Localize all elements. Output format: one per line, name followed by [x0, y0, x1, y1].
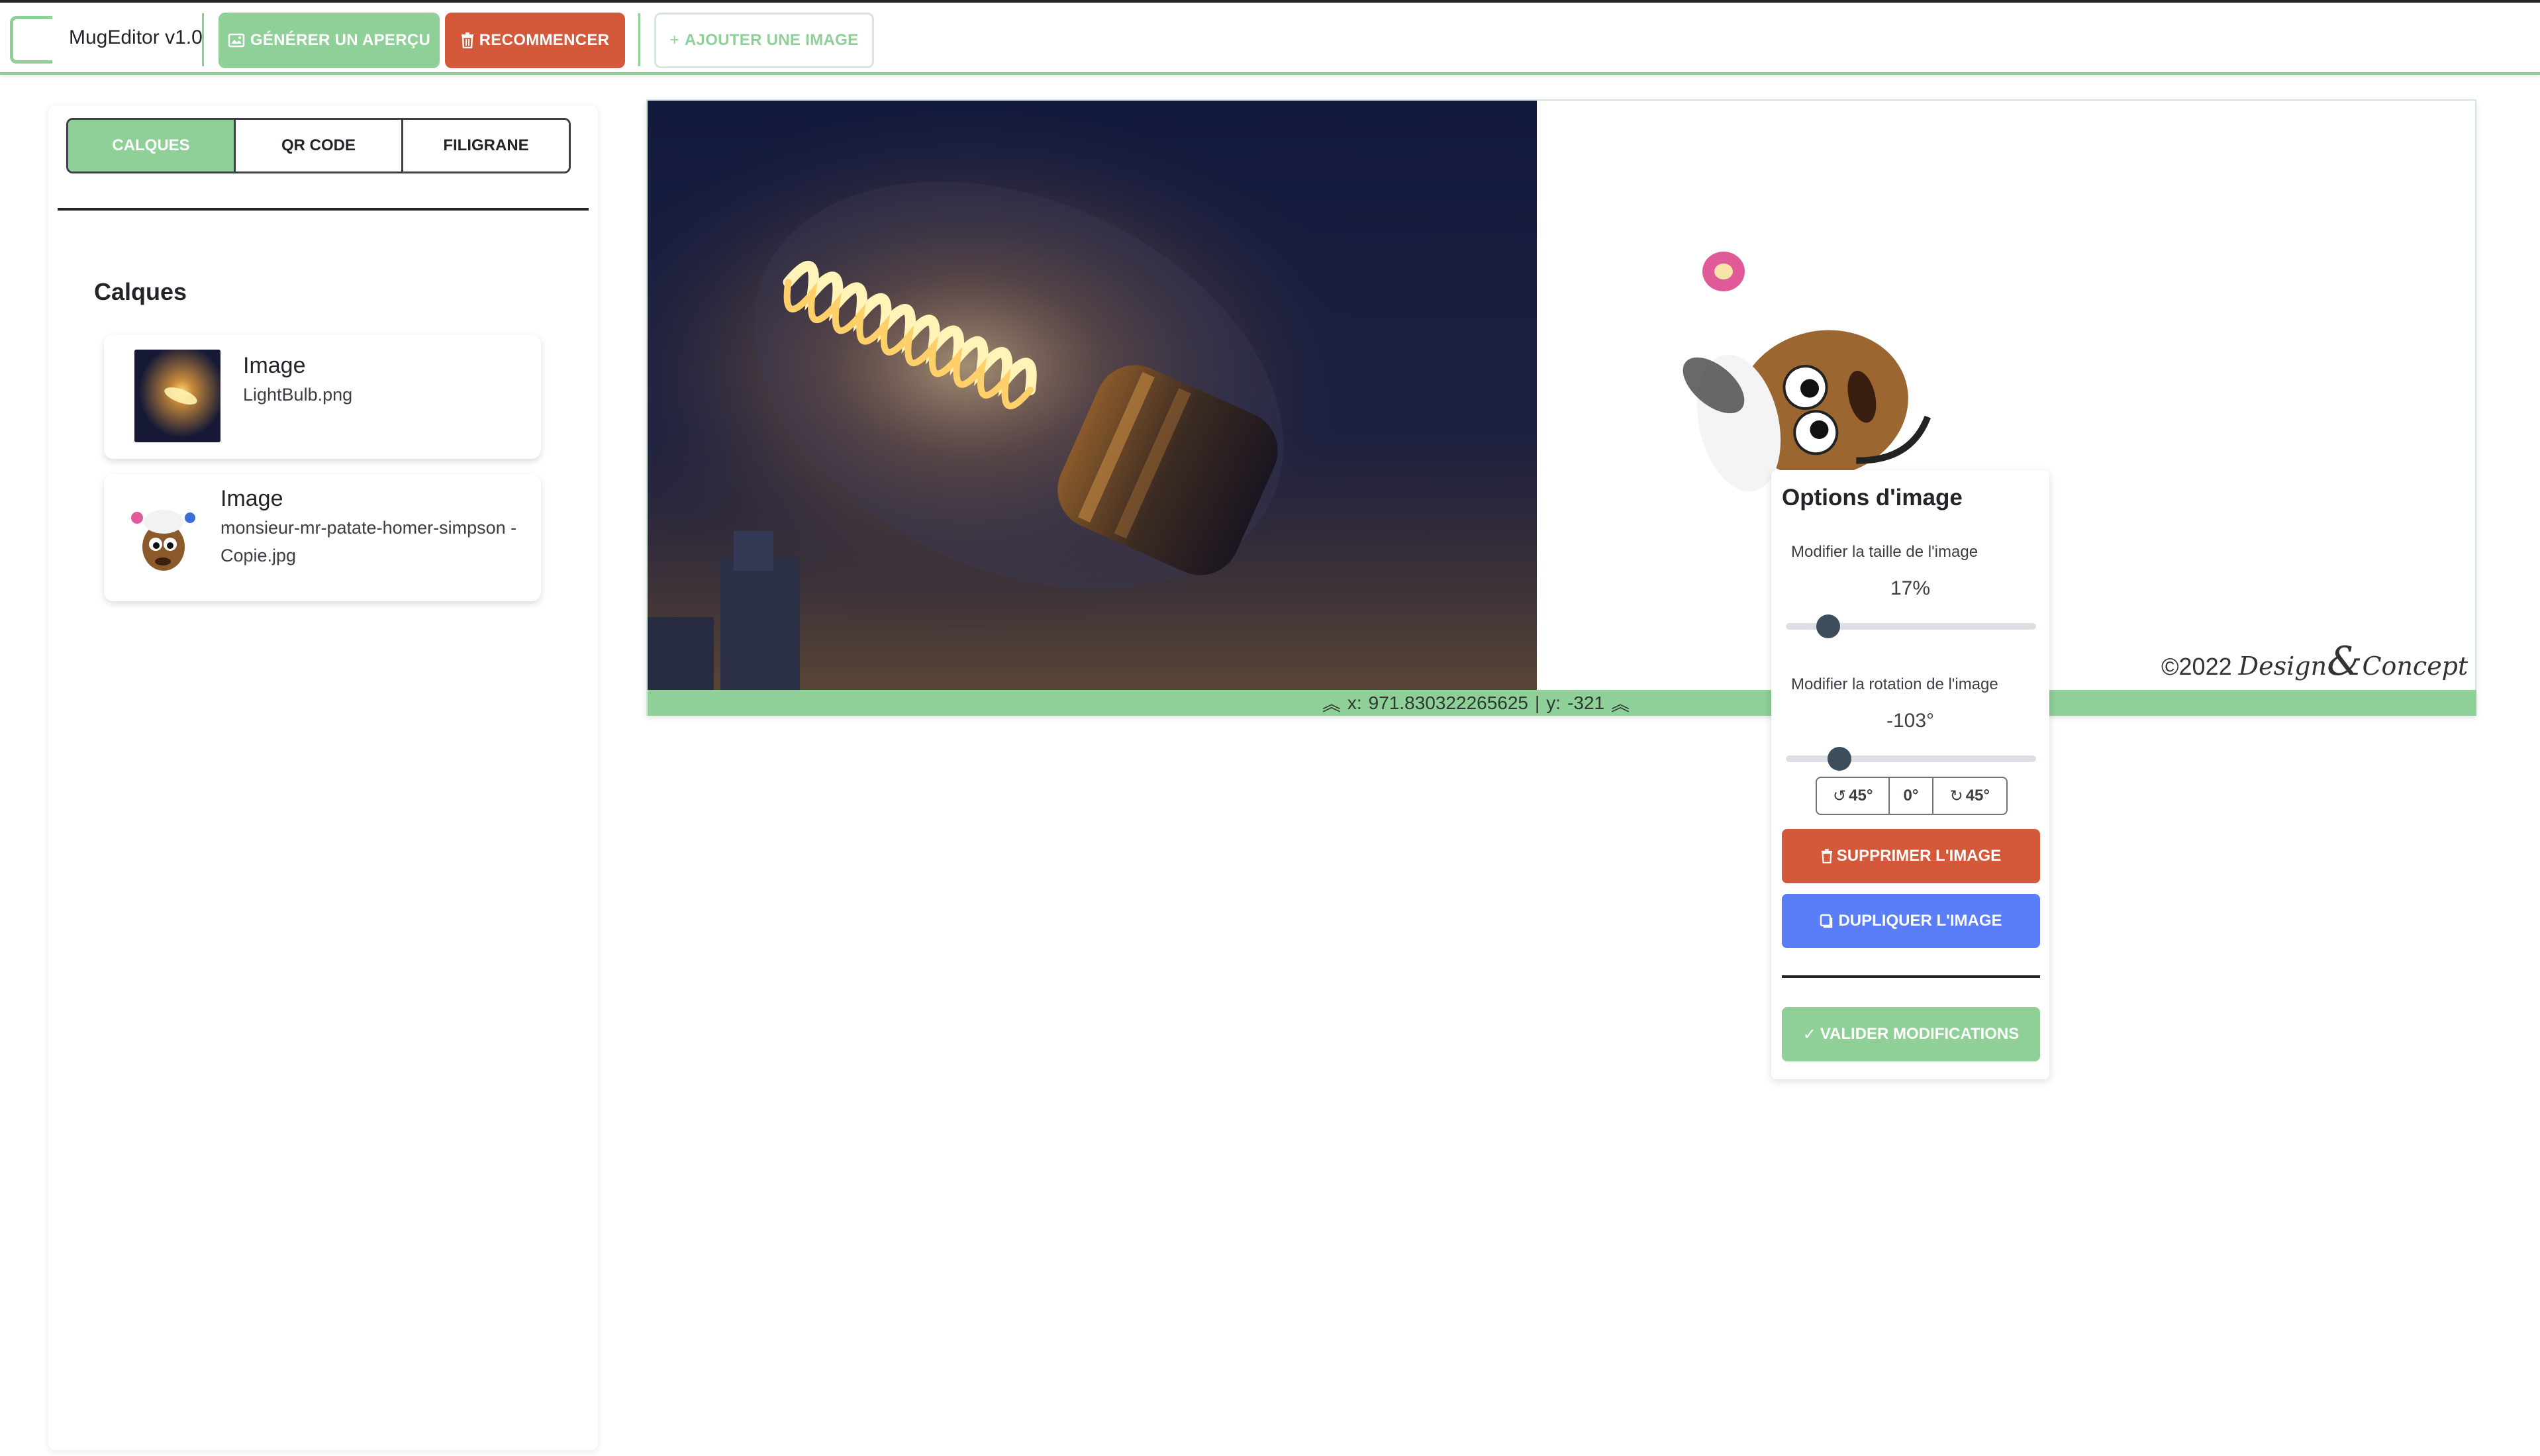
sidebar-divider	[58, 208, 589, 211]
layer-filename: LightBulb.png	[243, 385, 353, 405]
top-toolbar: MugEditor v1.0 GÉNÉRER UN APERÇU RECOMME…	[0, 0, 2540, 75]
layer-thumbnail	[124, 495, 202, 579]
restart-label: RECOMMENCER	[479, 31, 610, 49]
options-title: Options d'image	[1782, 485, 1963, 510]
add-image-button[interactable]: + AJOUTER UNE IMAGE	[654, 13, 874, 68]
watermark-amp: &	[2327, 638, 2363, 685]
chevrons-up-icon: ︽	[1611, 693, 1630, 714]
tab-watermark[interactable]: FILIGRANE	[403, 120, 569, 171]
rotate-reset-button[interactable]: 0°	[1890, 778, 1933, 814]
add-image-label: AJOUTER UNE IMAGE	[684, 31, 859, 49]
layers-sidebar: CALQUES QR CODE FILIGRANE Calques Image	[48, 106, 598, 1450]
trash-icon	[1821, 849, 1832, 863]
watermark-word1: Design	[2238, 652, 2327, 681]
rotate-left-label: 45°	[1849, 787, 1873, 804]
copy-icon	[1820, 914, 1833, 928]
size-label: Modifier la taille de l'image	[1791, 543, 1978, 561]
rotate-right-button[interactable]: ↻ 45°	[1933, 778, 2006, 814]
rotate-ccw-icon: ↺	[1833, 787, 1847, 805]
rotate-right-label: 45°	[1965, 787, 1990, 804]
rotation-presets: ↺ 45° 0° ↻ 45°	[1816, 777, 2008, 815]
size-value: 17%	[1890, 577, 1931, 599]
y-label: y:	[1546, 692, 1561, 713]
app-title: MugEditor v1.0	[69, 26, 203, 48]
generate-preview-button[interactable]: GÉNÉRER UN APERÇU	[219, 13, 440, 68]
watermark-word2: Concept	[2362, 652, 2468, 681]
sidebar-tabs: CALQUES QR CODE FILIGRANE	[66, 118, 571, 173]
rotation-value: -103°	[1886, 710, 1935, 732]
coordinates-bar: ︽ x: 971.830322265625 | y: -321 ︽	[648, 690, 2476, 716]
layer-thumbnail	[134, 350, 220, 442]
image-icon	[228, 33, 245, 48]
x-label: x:	[1347, 692, 1362, 713]
toolbar-divider	[202, 13, 204, 66]
layer-item[interactable]: Image LightBulb.png	[104, 334, 541, 459]
check-icon: ✓	[1802, 1025, 1816, 1043]
layer-filename: monsieur-mr-patate-homer-simpson - Copie…	[220, 518, 517, 565]
size-slider[interactable]	[1786, 614, 2036, 638]
rotate-reset-label: 0°	[1903, 787, 1919, 804]
watermark-text: ©2022 Design&Concept	[2161, 638, 2468, 685]
rotation-label: Modifier la rotation de l'image	[1791, 675, 1998, 693]
restart-button[interactable]: RECOMMENCER	[445, 13, 625, 68]
duplicate-image-button[interactable]: DUPLIQUER L'IMAGE	[1782, 894, 2040, 948]
rotate-cw-icon: ↻	[1949, 787, 1963, 805]
options-divider	[1782, 975, 2040, 978]
rotation-slider-thumb[interactable]	[1827, 747, 1851, 771]
rotate-left-button[interactable]: ↺ 45°	[1817, 778, 1890, 814]
validate-changes-button[interactable]: ✓ VALIDER MODIFICATIONS	[1782, 1007, 2040, 1061]
layer-type: Image	[243, 353, 306, 378]
y-coordinate: -321	[1567, 692, 1605, 713]
lightbulb-image[interactable]	[648, 101, 1537, 690]
delete-image-label: SUPPRIMER L'IMAGE	[1836, 847, 2002, 865]
generate-preview-label: GÉNÉRER UN APERÇU	[250, 31, 431, 49]
chevrons-up-icon: ︽	[1322, 693, 1341, 714]
layer-item[interactable]: Image monsieur-mr-patate-homer-simpson -…	[104, 474, 541, 601]
layer-type: Image	[220, 486, 283, 511]
watermark-year: ©2022	[2161, 653, 2232, 680]
size-slider-thumb[interactable]	[1816, 614, 1841, 638]
coord-separator: |	[1535, 692, 1540, 713]
rotation-slider[interactable]	[1786, 747, 2036, 771]
image-options-panel: Options d'image Modifier la taille de l'…	[1771, 470, 2049, 1079]
plus-icon: +	[669, 31, 679, 49]
duplicate-image-label: DUPLIQUER L'IMAGE	[1838, 912, 2002, 930]
mug-canvas[interactable]: ©2022 Design&Concept ︽ x: 971.8303222656…	[646, 99, 2476, 716]
trash-icon	[461, 32, 473, 48]
layers-heading: Calques	[94, 278, 187, 305]
x-coordinate: 971.830322265625	[1368, 692, 1529, 713]
app-logo	[10, 16, 58, 64]
tab-layers[interactable]: CALQUES	[68, 120, 236, 171]
tab-qr-code[interactable]: QR CODE	[236, 120, 403, 171]
toolbar-divider	[638, 13, 640, 66]
validate-changes-label: VALIDER MODIFICATIONS	[1820, 1025, 2020, 1043]
delete-image-button[interactable]: SUPPRIMER L'IMAGE	[1782, 829, 2040, 883]
